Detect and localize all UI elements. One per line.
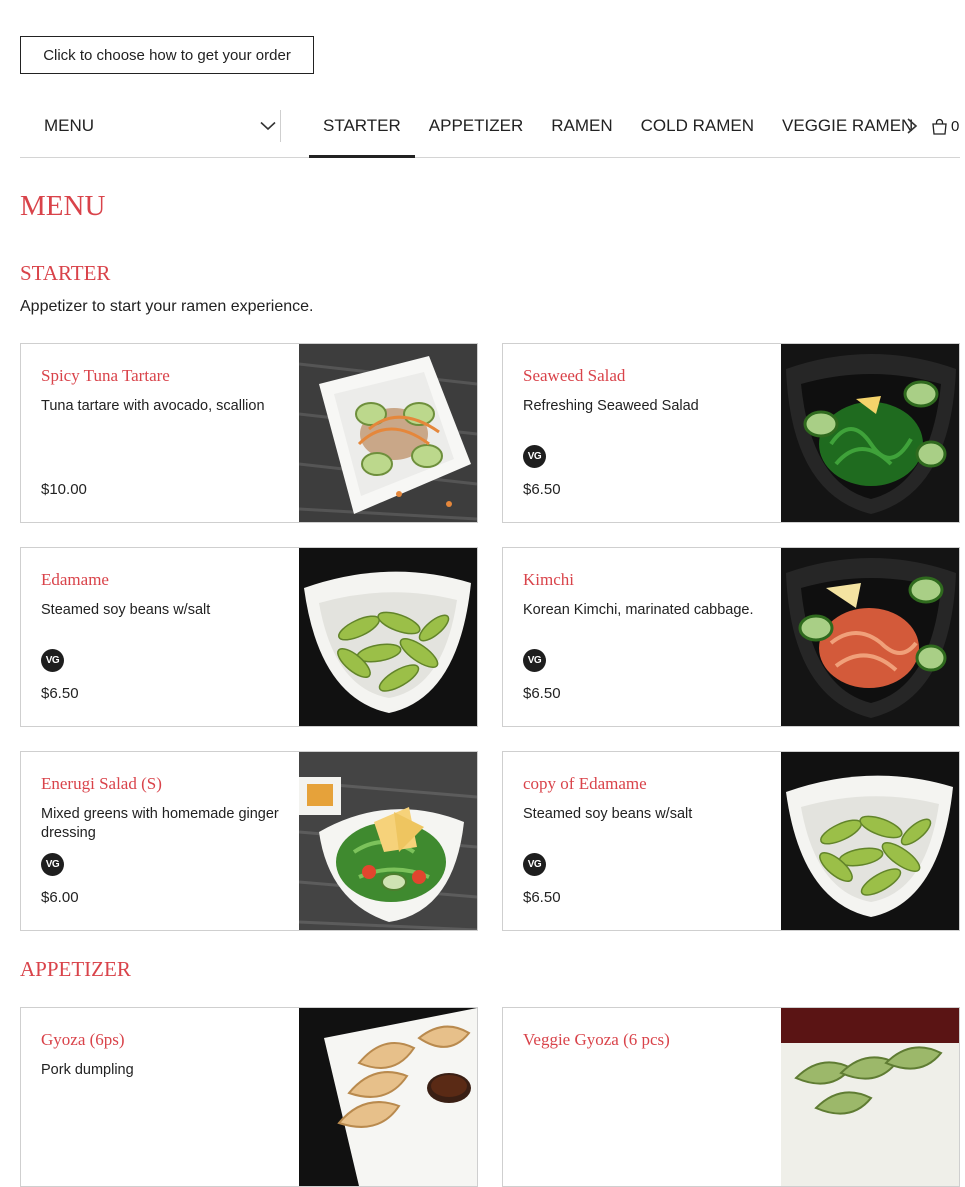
- item-name: copy of Edamame: [523, 774, 647, 793]
- kimchi-photo: [781, 548, 959, 726]
- menu-item-card[interactable]: Spicy Tuna Tartare Tuna tartare with avo…: [20, 343, 478, 523]
- item-price: $6.50: [523, 889, 561, 906]
- menu-dropdown[interactable]: MENU: [44, 108, 276, 144]
- vegetarian-badge: VG: [41, 853, 64, 876]
- cart-count: 0: [951, 117, 960, 135]
- vegetarian-badge: VG: [523, 853, 546, 876]
- vegetarian-badge: VG: [41, 649, 64, 672]
- salad-photo: [299, 752, 477, 930]
- item-name: Edamame: [41, 570, 109, 589]
- tab-ramen[interactable]: RAMEN: [537, 96, 626, 157]
- item-price: $6.50: [523, 685, 561, 702]
- section-title-starter: STARTER: [20, 261, 111, 285]
- section-title-appetizer: APPETIZER: [20, 957, 131, 981]
- item-description: Korean Kimchi, marinated cabbage.: [523, 602, 754, 618]
- item-description: Refreshing Seaweed Salad: [523, 398, 699, 414]
- item-price: $6.50: [41, 685, 79, 702]
- vegetarian-badge: VG: [523, 649, 546, 672]
- chevron-down-icon: [260, 121, 276, 131]
- chevron-right-icon[interactable]: [904, 116, 920, 136]
- nav-divider: [280, 110, 281, 142]
- tuna-tartare-photo: [299, 344, 477, 522]
- menu-item-card[interactable]: Gyoza (6ps) Pork dumpling: [20, 1007, 478, 1187]
- page-title: MENU: [20, 190, 106, 222]
- item-name: Enerugi Salad (S): [41, 774, 162, 793]
- shopping-bag-icon: [932, 118, 947, 135]
- menu-item-card[interactable]: Veggie Gyoza (6 pcs): [502, 1007, 960, 1187]
- item-name: Gyoza (6ps): [41, 1030, 125, 1049]
- item-price: $6.00: [41, 889, 79, 906]
- item-name: Veggie Gyoza (6 pcs): [523, 1030, 670, 1049]
- tab-appetizer[interactable]: APPETIZER: [415, 96, 537, 157]
- menu-item-card[interactable]: Seaweed Salad Refreshing Seaweed Salad V…: [502, 343, 960, 523]
- veggie-gyoza-photo: [781, 1008, 959, 1186]
- vegetarian-badge: VG: [523, 445, 546, 468]
- menu-item-card[interactable]: Edamame Steamed soy beans w/salt VG $6.5…: [20, 547, 478, 727]
- order-method-button[interactable]: Click to choose how to get your order: [20, 36, 314, 74]
- cart-button[interactable]: 0: [931, 116, 959, 136]
- edamame-photo: [781, 752, 959, 930]
- menu-item-card[interactable]: copy of Edamame Steamed soy beans w/salt…: [502, 751, 960, 931]
- tab-cold-ramen[interactable]: COLD RAMEN: [627, 96, 768, 157]
- item-description: Steamed soy beans w/salt: [41, 602, 211, 618]
- menu-dropdown-label: MENU: [44, 116, 95, 135]
- category-tabs: STARTER APPETIZER RAMEN COLD RAMEN VEGGI…: [309, 96, 927, 158]
- category-nav: MENU STARTER APPETIZER RAMEN COLD RAMEN …: [20, 96, 960, 158]
- item-description: Tuna tartare with avocado, scallion: [41, 398, 265, 414]
- item-description: Steamed soy beans w/salt: [523, 806, 693, 822]
- item-name: Seaweed Salad: [523, 366, 626, 385]
- item-description: Pork dumpling: [41, 1062, 134, 1078]
- menu-item-card[interactable]: Enerugi Salad (S) Mixed greens with home…: [20, 751, 478, 931]
- item-name: Spicy Tuna Tartare: [41, 366, 170, 385]
- section-description: Appetizer to start your ramen experience…: [20, 298, 314, 315]
- menu-item-card[interactable]: Kimchi Korean Kimchi, marinated cabbage.…: [502, 547, 960, 727]
- tab-starter[interactable]: STARTER: [309, 96, 415, 158]
- item-price: $6.50: [523, 481, 561, 498]
- gyoza-photo: [299, 1008, 477, 1186]
- edamame-photo: [299, 548, 477, 726]
- seaweed-salad-photo: [781, 344, 959, 522]
- item-price: $10.00: [41, 481, 87, 498]
- item-name: Kimchi: [523, 570, 574, 589]
- item-description: Mixed greens with homemade ginger dressi…: [41, 806, 279, 841]
